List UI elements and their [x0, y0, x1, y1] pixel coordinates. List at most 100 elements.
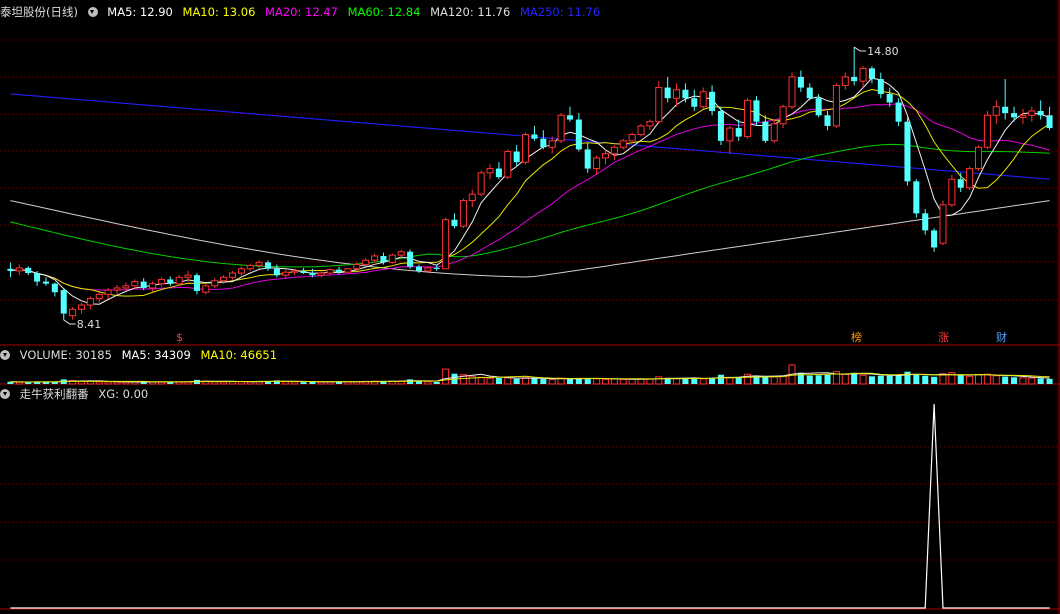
- candle-body-up: [113, 287, 121, 291]
- high-price-label: 14.80: [867, 45, 899, 58]
- volume-bar-up: [699, 378, 707, 385]
- ma10-label: MA10: 13.06: [182, 5, 256, 19]
- candle-body-up: [841, 76, 849, 86]
- ma120-line: [10, 200, 1050, 278]
- candle-body-up: [104, 289, 112, 295]
- volume-bar-up: [95, 381, 103, 385]
- volume-bar-up: [593, 378, 601, 385]
- volume-bar-up: [104, 381, 112, 385]
- candle-body-up: [291, 270, 299, 273]
- candle-body-down: [380, 255, 387, 263]
- volume-bar-up: [966, 375, 974, 385]
- candle-body-down: [664, 87, 671, 99]
- volume-bar-up: [557, 377, 565, 385]
- candle-body-down: [42, 281, 49, 284]
- candle-body-down: [451, 219, 458, 227]
- indicator-settings-dropdown-icon[interactable]: [0, 389, 10, 399]
- candle-body-down: [735, 128, 742, 137]
- candle-body-down: [1002, 106, 1009, 114]
- candle-body-up: [832, 84, 840, 127]
- volume-ma5-label: MA5: 34309: [121, 348, 191, 362]
- candle-body-down: [540, 138, 547, 148]
- candle-body-up: [699, 91, 707, 108]
- candle-body-up: [788, 76, 796, 108]
- badge-dollar[interactable]: $: [176, 331, 183, 345]
- candle-body-up: [362, 259, 370, 266]
- candle-body-down: [407, 251, 414, 267]
- candle-body-down: [140, 281, 147, 288]
- volume-bar-up: [673, 378, 681, 385]
- candle-body-up: [202, 285, 210, 293]
- ma5-line: [10, 77, 1050, 305]
- candle-body-up: [122, 285, 130, 289]
- volume-bar-down: [433, 381, 440, 384]
- candle-body-up: [646, 121, 654, 127]
- candle-body-up: [211, 280, 219, 287]
- candle-body-down: [904, 121, 911, 182]
- candle-body-down: [797, 76, 804, 88]
- candle-body-down: [309, 273, 316, 276]
- badge-cai[interactable]: 财: [996, 331, 1007, 345]
- stock-chart[interactable]: 14.80 8.41: [0, 0, 1060, 614]
- indicator-panel-header: 走牛获利翻番 XG: 0.00: [0, 385, 154, 403]
- volume-bar-down: [495, 378, 502, 384]
- candle-body-up: [371, 255, 379, 261]
- candle-body-down: [167, 279, 174, 284]
- badge-bang[interactable]: 榜: [851, 331, 862, 345]
- candle-body-down: [575, 119, 582, 150]
- volume-settings-dropdown-icon[interactable]: [0, 350, 10, 360]
- xg-value-label: XG: 0.00: [98, 387, 149, 401]
- candle-body-down: [7, 268, 14, 271]
- candle-body-down: [566, 115, 573, 120]
- ma5-label: MA5: 12.90: [107, 5, 173, 19]
- candle-body-up: [948, 178, 956, 206]
- volume-bar-up: [628, 378, 636, 385]
- candle-body-down: [815, 98, 822, 116]
- low-price-label: 8.41: [77, 318, 102, 331]
- volume-bar-down: [540, 379, 547, 384]
- volume-bar-down: [717, 374, 724, 384]
- candle-body-down: [691, 98, 698, 107]
- candle-body-up: [983, 114, 991, 148]
- candle-body-up: [939, 204, 947, 244]
- volume-bar-down: [957, 375, 964, 384]
- badge-zhang[interactable]: 涨: [938, 331, 949, 345]
- candle-body-up: [673, 89, 681, 99]
- candle-body-down: [300, 270, 307, 274]
- candle-body-up: [184, 274, 192, 278]
- candle-body-up: [317, 272, 325, 276]
- candle-body-down: [753, 100, 760, 122]
- volume-bar-up: [15, 381, 23, 385]
- low-marker-line: [63, 319, 76, 325]
- volume-bar-down: [1002, 376, 1009, 384]
- volume-bar-down: [300, 382, 307, 384]
- candle-body-up: [388, 254, 396, 263]
- candle-body-down: [264, 262, 272, 269]
- candle-body-down: [60, 290, 67, 314]
- volume-bar-down: [806, 375, 813, 384]
- volume-bar-down: [824, 374, 831, 384]
- candle-body-up: [220, 276, 228, 282]
- volume-bar-up: [726, 377, 734, 385]
- candle-body-down: [584, 149, 591, 169]
- candle-body-up: [228, 272, 236, 278]
- volume-bar-up: [1028, 377, 1036, 385]
- ma20-label: MA20: 12.47: [265, 5, 338, 19]
- main-settings-dropdown-icon[interactable]: [87, 7, 98, 17]
- candle-body-down: [851, 76, 858, 82]
- candle-body-down: [513, 151, 520, 163]
- candle-body-down: [762, 121, 769, 141]
- candle-body-down: [895, 102, 902, 122]
- volume-bar-down: [531, 378, 538, 384]
- volume-bar-up: [610, 378, 618, 385]
- volume-bar-down: [851, 372, 858, 384]
- candle-body-up: [779, 106, 787, 125]
- candle-body-up: [175, 276, 183, 285]
- high-marker-line: [853, 46, 867, 52]
- candle-body-up: [1028, 110, 1036, 116]
- candle-body-up: [149, 283, 157, 289]
- volume-bar-up: [113, 381, 121, 385]
- volume-bar-up: [601, 378, 610, 385]
- volume-bar-up: [646, 378, 654, 385]
- volume-bar-down: [904, 371, 911, 384]
